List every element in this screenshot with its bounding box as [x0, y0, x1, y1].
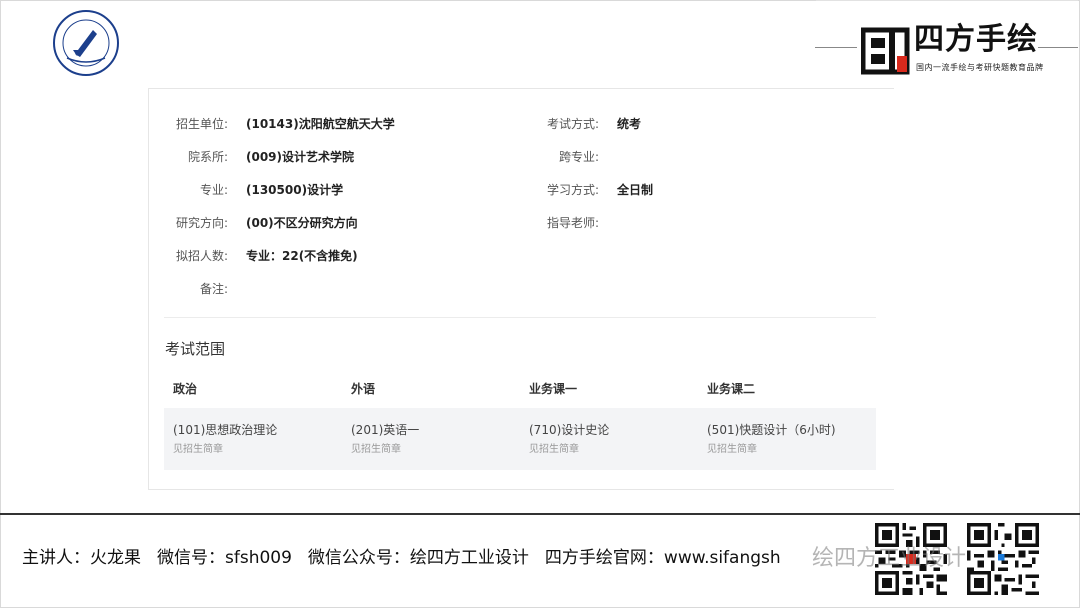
brand-divider-right: [1038, 47, 1078, 48]
sifang-logo-icon: [861, 27, 910, 75]
footer-official-account: 微信公众号：绘四方工业设计: [307, 548, 529, 568]
column-header-foreign-language: 外语: [351, 382, 376, 396]
brand-top-rule: [816, 0, 1078, 1]
field-value: (00)不区分研究方向: [246, 216, 358, 230]
field-label: 考试方式:: [546, 117, 599, 131]
subject-politics: (101)思想政治理论: [173, 423, 278, 437]
column-header-course-one: 业务课一: [529, 382, 578, 396]
info-row-cross-major: 跨专业:: [521, 149, 617, 165]
field-value: 统考: [617, 117, 642, 131]
field-label: 跨专业:: [558, 150, 599, 164]
footer-lecturer: 主讲人：火龙果: [22, 548, 141, 568]
subject-course-one: (710)设计史论: [529, 423, 610, 437]
info-row-department: 院系所: (009)设计艺术学院: [150, 149, 354, 165]
brand-slogan: 国内一流手绘与考研快题教育品牌: [916, 63, 1044, 72]
subject-course-two: (501)快题设计（6小时): [707, 423, 836, 437]
field-value: (130500)设计学: [246, 183, 344, 197]
subject-note[interactable]: 见招生简章: [173, 443, 223, 457]
field-value: (10143)沈阳航空航天大学: [246, 117, 395, 131]
university-seal-icon: [53, 10, 119, 76]
field-label: 招生单位:: [175, 117, 228, 131]
info-row-unit: 招生单位: (10143)沈阳航空航天大学: [150, 116, 395, 132]
brand-divider-left: [815, 47, 857, 48]
qr-code-icon: [967, 523, 1039, 595]
info-row-exam-method: 考试方式: 统考: [521, 116, 641, 132]
info-row-major: 专业: (130500)设计学: [150, 182, 343, 198]
brand-name: 四方手绘: [914, 22, 1038, 57]
watermark: 绘四方工业设计: [812, 546, 967, 571]
info-row-advisor: 指导老师:: [521, 215, 617, 231]
column-header-politics: 政治: [173, 382, 198, 396]
footer-website: 四方手绘官网：www.sifangsh: [544, 548, 781, 568]
footer-wechat: 微信号：sfsh009: [157, 548, 292, 568]
info-row-remarks: 备注:: [150, 281, 246, 297]
footer-rule: [0, 513, 1080, 515]
exam-subjects-row: [164, 408, 876, 470]
exam-scope-title: 考试范围: [165, 340, 226, 358]
subject-note[interactable]: 见招生简章: [707, 443, 757, 457]
subject-foreign-language: (201)英语一: [351, 423, 420, 437]
section-divider: [164, 317, 876, 318]
field-label: 学习方式:: [546, 183, 599, 197]
field-label: 拟招人数:: [175, 249, 228, 263]
field-label: 指导老师:: [546, 216, 599, 230]
field-label: 备注:: [199, 282, 228, 296]
info-row-study-mode: 学习方式: 全日制: [521, 182, 653, 198]
footer-contact: 主讲人：火龙果 微信号：sfsh009 微信公众号：绘四方工业设计 四方手绘官网：ww…: [22, 546, 797, 570]
field-label: 院系所:: [187, 150, 228, 164]
field-value: 专业：22(不含推免): [246, 249, 358, 263]
subject-note[interactable]: 见招生简章: [351, 443, 401, 457]
field-label: 专业:: [199, 183, 228, 197]
info-row-research: 研究方向: (00)不区分研究方向: [150, 215, 358, 231]
field-label: 研究方向:: [175, 216, 228, 230]
subject-note[interactable]: 见招生简章: [529, 443, 579, 457]
column-header-course-two: 业务课二: [707, 382, 756, 396]
field-value: (009)设计艺术学院: [246, 150, 355, 164]
info-row-quota: 拟招人数: 专业：22(不含推免): [150, 248, 358, 264]
field-value: 全日制: [617, 183, 654, 197]
